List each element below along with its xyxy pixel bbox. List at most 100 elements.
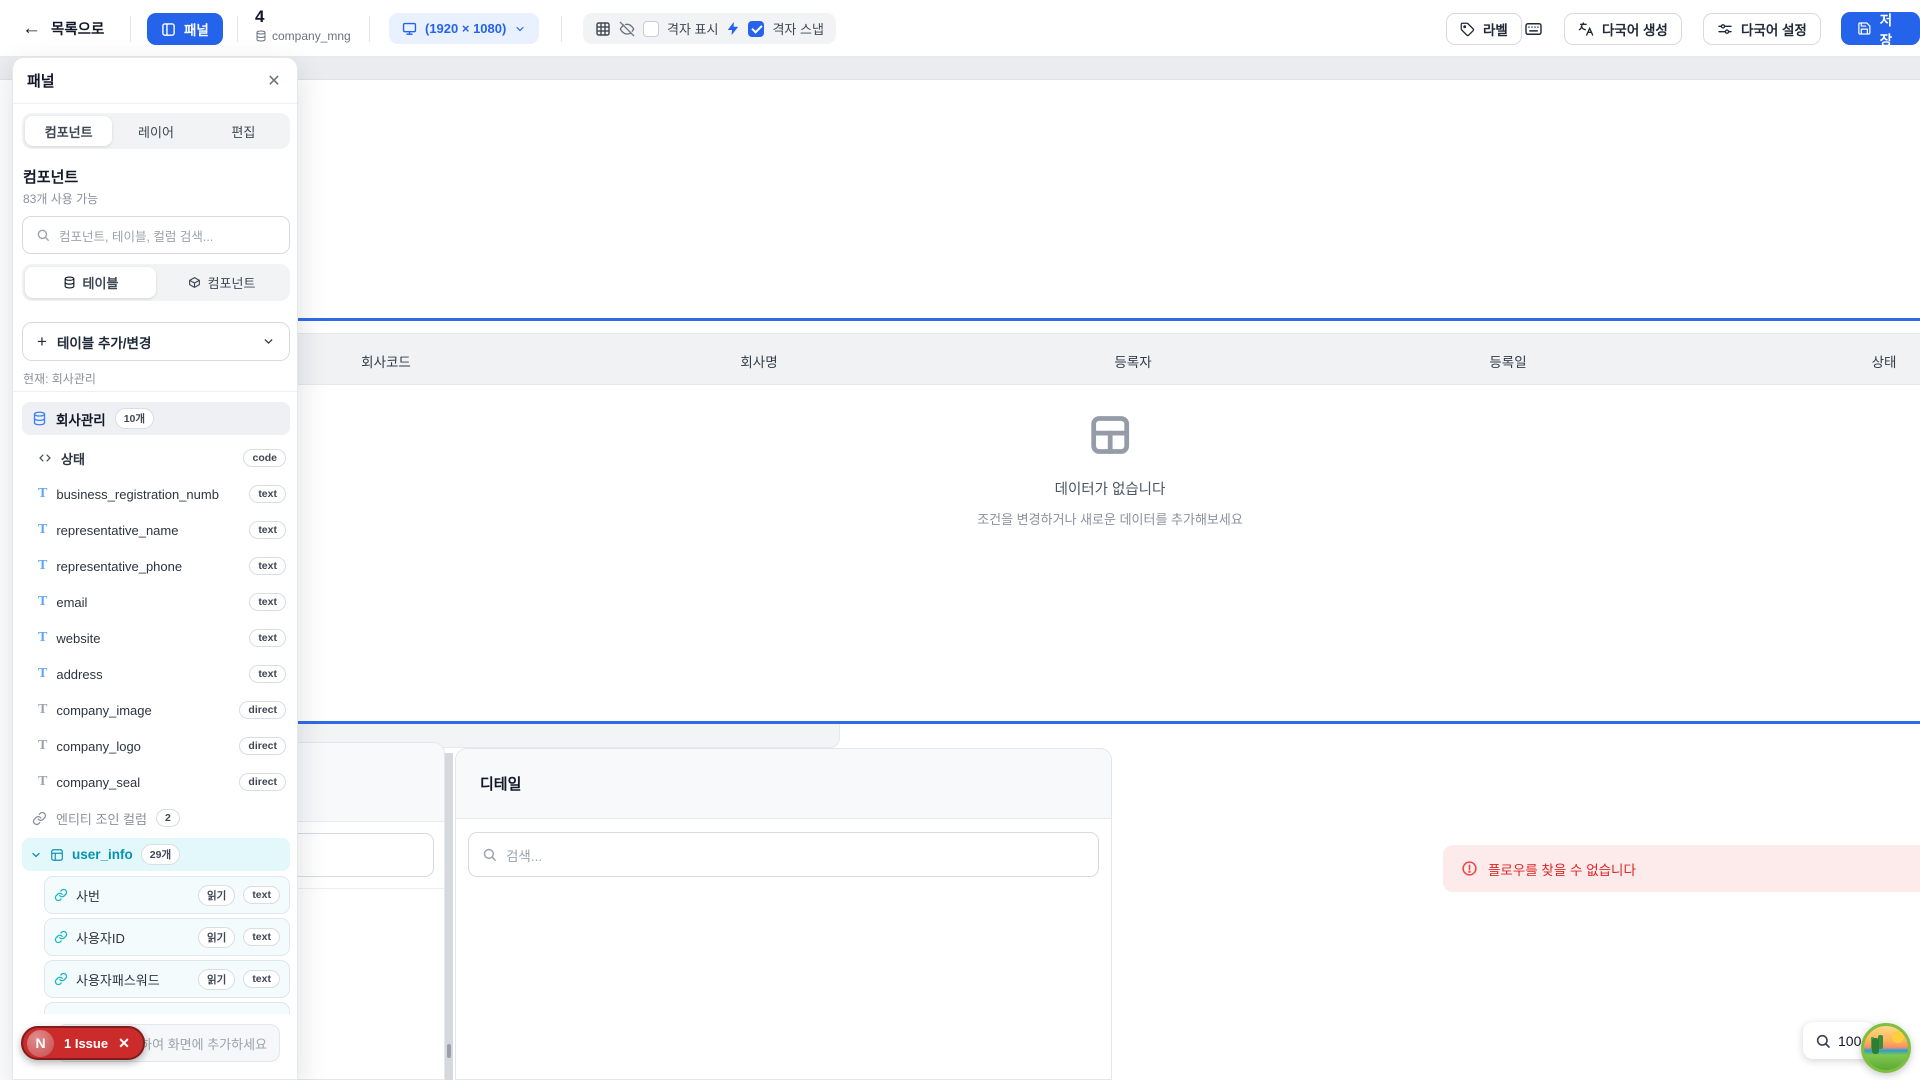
text-icon: T: [38, 522, 47, 538]
island-avatar-icon[interactable]: [1861, 1023, 1911, 1073]
table-header-cell[interactable]: 상태: [1872, 351, 1897, 371]
column-row[interactable]: T website text: [22, 620, 290, 656]
i18n-generate-button[interactable]: 다국어 생성: [1564, 13, 1682, 45]
table-icon: [50, 848, 64, 862]
table-name-label: company_mng: [272, 29, 351, 43]
column-type-badge: text: [249, 665, 286, 683]
toggle-component[interactable]: 컴포넌트: [156, 267, 287, 298]
column-row[interactable]: T company_logo direct: [22, 728, 290, 764]
table-component[interactable]: 회사코드 회사명 등록자 등록일 상태 데이터가 없습니다 조건을 변경하거나 …: [250, 318, 1920, 724]
column-name: company_logo: [56, 739, 230, 754]
grid-options-group: 격자 표시 격자 스냅: [583, 13, 836, 44]
table-header-cell[interactable]: 회사코드: [361, 351, 411, 371]
grid-snap-label[interactable]: 격자 스냅: [772, 19, 823, 38]
database-icon: [255, 30, 267, 42]
column-type-badge: text: [243, 928, 280, 946]
readonly-badge: 읽기: [198, 969, 235, 990]
column-row[interactable]: T company_image direct: [22, 692, 290, 728]
join-table-row[interactable]: user_info 29개: [22, 838, 290, 871]
resize-handle-thumb[interactable]: [447, 1044, 451, 1058]
grid-show-checkbox[interactable]: [643, 21, 659, 37]
column-row[interactable]: T company_seal direct: [22, 764, 290, 800]
back-label: 목록으로: [51, 18, 104, 39]
back-to-list-button[interactable]: ← 목록으로: [22, 0, 104, 57]
column-name: business_registration_numb: [56, 487, 240, 502]
text-icon: T: [38, 630, 47, 646]
column-type-badge: text: [249, 521, 286, 539]
panel-resize-handle[interactable]: [445, 753, 453, 1080]
chevron-down-icon: [514, 23, 526, 35]
drag-hint-text: 하여 화면에 추가하세요: [140, 1034, 267, 1053]
join-column-name: 사용자패스워드: [76, 970, 190, 989]
save-button[interactable]: 저장: [1841, 12, 1920, 45]
text-icon-muted: T: [38, 702, 47, 718]
table-header-cell[interactable]: 등록자: [1114, 351, 1151, 371]
tab-components[interactable]: 컴포넌트: [25, 116, 112, 146]
sliders-icon: [1717, 21, 1733, 37]
column-name: website: [56, 631, 240, 646]
column-name: address: [56, 667, 240, 682]
label-button-text: 라벨: [1483, 19, 1508, 39]
plus-icon: +: [37, 332, 47, 352]
column-row[interactable]: T representative_name text: [22, 512, 290, 548]
tag-icon: [1460, 22, 1475, 37]
column-row[interactable]: T business_registration_numb text: [22, 476, 290, 512]
add-table-dropdown[interactable]: + 테이블 추가/변경: [22, 322, 290, 361]
lightning-icon: [726, 21, 740, 36]
tab-edit[interactable]: 편집: [200, 116, 287, 146]
detail-search-input[interactable]: 검색...: [468, 832, 1099, 877]
eye-off-icon[interactable]: [619, 21, 635, 37]
component-search-placeholder: 컴포넌트, 테이블, 컬럼 검색...: [59, 226, 213, 245]
panel-toggle-button[interactable]: 패널: [147, 13, 223, 45]
tree-table-row[interactable]: 회사관리 10개: [22, 402, 290, 435]
grid-show-label[interactable]: 격자 표시: [667, 19, 718, 38]
component-search-input[interactable]: 컴포넌트, 테이블, 컬럼 검색...: [22, 216, 290, 254]
close-icon[interactable]: ✕: [263, 70, 285, 92]
column-name: representative_phone: [56, 559, 240, 574]
join-column-card[interactable]: [44, 1002, 290, 1014]
join-column-card[interactable]: 사용자ID 읽기 text: [44, 918, 290, 956]
divider: [369, 16, 370, 42]
column-row[interactable]: 상태 code: [22, 440, 290, 476]
label-button[interactable]: 라벨: [1446, 13, 1522, 45]
panel-tabs: 컴포넌트 레이어 편집: [22, 113, 290, 149]
text-icon: T: [38, 558, 47, 574]
column-type-badge: direct: [239, 737, 286, 755]
toggle-table-label: 테이블: [83, 273, 119, 292]
components-available-count: 83개 사용 가능: [23, 190, 98, 207]
toggle-table[interactable]: 테이블: [25, 267, 156, 298]
column-row[interactable]: T representative_phone text: [22, 548, 290, 584]
grid-snap-checkbox[interactable]: [748, 21, 764, 37]
column-row[interactable]: T email text: [22, 584, 290, 620]
flow-error-text: 플로우를 찾을 수 없습니다: [1488, 859, 1636, 879]
issue-badge[interactable]: N 1 Issue ✕: [21, 1026, 145, 1060]
monitor-icon: [402, 21, 417, 36]
join-column-card[interactable]: 사번 읽기 text: [44, 876, 290, 914]
chevron-down-icon[interactable]: [30, 849, 42, 861]
table-empty-state: 데이터가 없습니다 조건을 변경하거나 새로운 데이터를 추가해보세요: [977, 413, 1243, 528]
table-header-cell[interactable]: 등록일: [1489, 351, 1526, 371]
link-icon: [32, 811, 47, 826]
readonly-badge: 읽기: [198, 885, 235, 906]
grid-icon[interactable]: [595, 21, 611, 37]
issue-logo: N: [27, 1030, 54, 1057]
tab-layers[interactable]: 레이어: [112, 116, 199, 146]
entity-join-count: 2: [156, 809, 180, 827]
column-type-badge: direct: [239, 773, 286, 791]
close-icon[interactable]: ✕: [118, 1035, 130, 1052]
join-column-card[interactable]: 사용자패스워드 읽기 text: [44, 960, 290, 998]
text-icon-muted: T: [38, 738, 47, 754]
i18n-settings-button[interactable]: 다국어 설정: [1703, 13, 1821, 45]
join-column-name: 사번: [76, 886, 190, 905]
column-type-badge: text: [243, 886, 280, 904]
divider: [13, 391, 297, 392]
keyboard-shortcut-button[interactable]: [1523, 15, 1544, 43]
detail-panel: 디테일 검색...: [455, 748, 1112, 1080]
column-row[interactable]: T address text: [22, 656, 290, 692]
resolution-dropdown[interactable]: (1920 × 1080): [389, 13, 539, 44]
text-icon-muted: T: [38, 774, 47, 790]
i18n-generate-text: 다국어 생성: [1602, 19, 1668, 39]
table-header-cell[interactable]: 회사명: [740, 351, 777, 371]
chevron-down-icon: [262, 335, 275, 348]
column-tree: 회사관리 10개 상태 code T business_registration…: [22, 402, 290, 1018]
